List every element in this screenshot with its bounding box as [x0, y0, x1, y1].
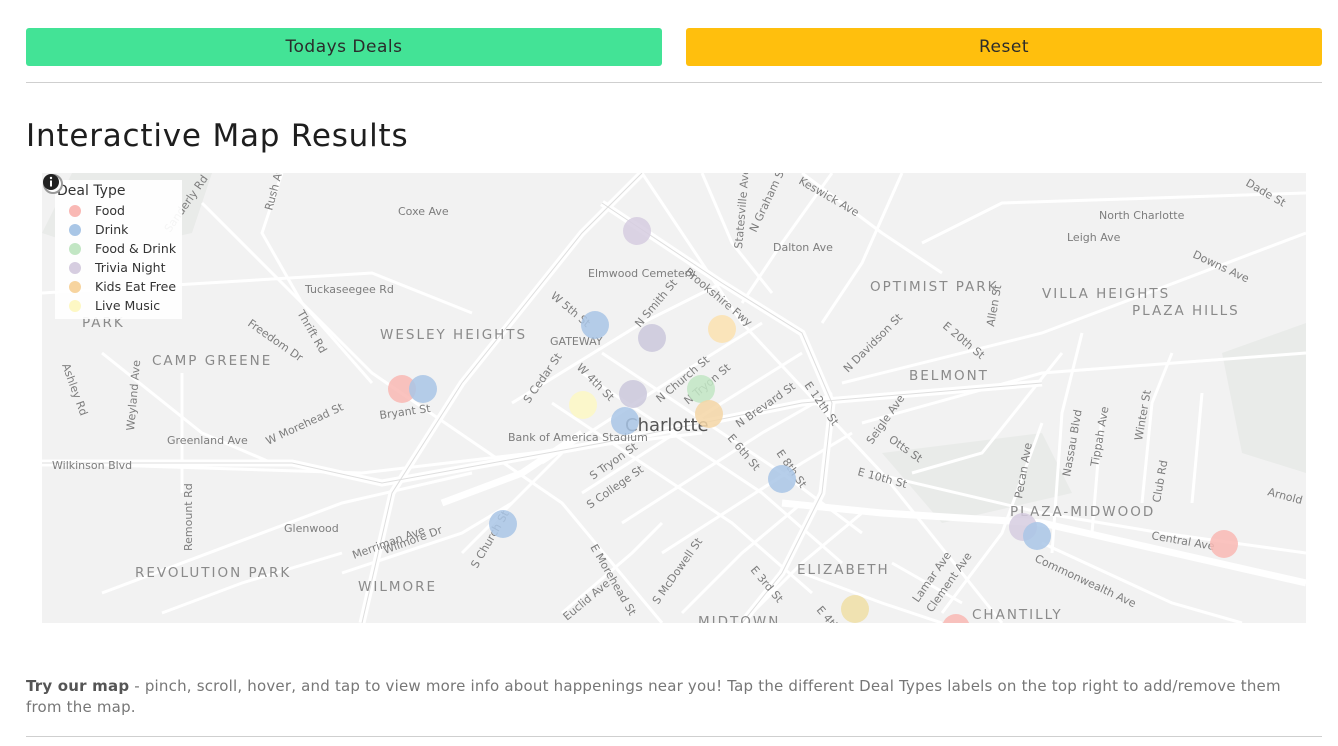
street-label: Greenland Ave: [167, 434, 248, 447]
street-label: Bryant St: [379, 402, 432, 422]
label-belmont: BELMONT: [909, 368, 989, 384]
street-label: Club Rd: [1150, 459, 1170, 503]
map-marker-kids-eat-free[interactable]: [695, 400, 723, 428]
map-marker-trivia-night[interactable]: [638, 324, 666, 352]
divider: [26, 82, 1322, 83]
street-label: Elmwood Cemetery: [588, 267, 696, 280]
map-marker-kids-eat-free[interactable]: [708, 315, 736, 343]
map-canvas[interactable]: WESLEY HEIGHTS CAMP GREENE OPTIMIST PARK…: [42, 173, 1306, 623]
legend-swatch: [69, 204, 81, 217]
street-label: Tuckaseegee Rd: [304, 283, 394, 296]
legend-swatch: [69, 261, 81, 274]
todays-deals-button[interactable]: Todays Deals: [26, 28, 662, 66]
street-label: S Cedar St: [521, 350, 565, 406]
legend-item-food-drink[interactable]: Food & Drink: [57, 239, 182, 258]
reset-button[interactable]: Reset: [686, 28, 1322, 66]
street-label: Tippah Ave: [1088, 405, 1112, 468]
map-marker-drink[interactable]: [409, 375, 437, 403]
street-label: E 4th: [814, 604, 842, 623]
street-label: Wilkinson Blvd: [52, 459, 132, 472]
street-label: Downs Ave: [1191, 248, 1252, 285]
label-revolution-park: REVOLUTION PARK: [135, 565, 291, 581]
street-label: Ashley Rd: [59, 362, 90, 418]
label-optimist-park: OPTIMIST PARK: [870, 279, 998, 295]
street-label: Dalton Ave: [773, 241, 833, 254]
legend-item-drink[interactable]: Drink: [57, 220, 182, 239]
map-marker-drink[interactable]: [581, 311, 609, 339]
label-chantilly: CHANTILLY: [972, 607, 1063, 623]
label-elizabeth: ELIZABETH: [797, 562, 890, 578]
street-label: Remount Rd: [182, 483, 195, 551]
legend-item-food[interactable]: Food: [57, 201, 182, 220]
street-label: Keswick Ave: [797, 174, 862, 219]
legend-item-live-music[interactable]: Live Music: [57, 296, 182, 315]
street-map: WESLEY HEIGHTS CAMP GREENE OPTIMIST PARK…: [42, 173, 1306, 623]
map-instructions: Try our map - pinch, scroll, hover, and …: [26, 677, 1281, 716]
street-label: Weyland Ave: [124, 359, 143, 431]
info-icon[interactable]: [42, 173, 60, 191]
map-marker-food[interactable]: [942, 614, 970, 623]
map-marker-live-music[interactable]: [569, 391, 597, 419]
label-wesley-heights: WESLEY HEIGHTS: [380, 327, 527, 343]
divider: [26, 736, 1322, 737]
map-marker-drink[interactable]: [1023, 522, 1051, 550]
street-label: Coxe Ave: [398, 205, 449, 218]
legend-item-kids-eat-free[interactable]: Kids Eat Free: [57, 277, 182, 296]
street-label: Statesville Ave: [732, 173, 752, 249]
page-title: Interactive Map Results: [26, 118, 409, 154]
map-marker-kids-eat-free[interactable]: [841, 595, 869, 623]
map-marker-food[interactable]: [1210, 530, 1238, 558]
deal-type-legend: Deal Type Food Drink Food & Drink Trivia…: [55, 180, 182, 319]
street-label: Euclid Ave: [561, 577, 613, 623]
street-label: N Smith St: [632, 276, 680, 330]
map-marker-food-drink[interactable]: [687, 375, 715, 403]
street-label: Rush Ave: [262, 173, 288, 212]
label-wilmore: WILMORE: [358, 579, 437, 595]
legend-title: Deal Type: [57, 183, 126, 199]
label-villa-heights: VILLA HEIGHTS: [1042, 286, 1170, 302]
street-label: W Morehead St: [264, 400, 346, 448]
label-plaza-hills: PLAZA HILLS: [1132, 303, 1240, 319]
label-camp-greene: CAMP GREENE: [152, 353, 272, 369]
street-label: North Charlotte: [1099, 209, 1185, 222]
map-marker-trivia-night[interactable]: [619, 380, 647, 408]
label-midtown: MIDTOWN: [698, 614, 780, 623]
street-label: Arnold: [1266, 485, 1304, 507]
map-marker-drink[interactable]: [768, 465, 796, 493]
street-label: Nassau Blvd: [1060, 409, 1085, 478]
street-label: Leigh Ave: [1067, 231, 1121, 244]
legend-swatch: [69, 299, 81, 312]
legend-swatch: [69, 223, 81, 236]
legend-swatch: [69, 242, 81, 255]
street-label: Glenwood: [284, 522, 339, 535]
legend-item-trivia-night[interactable]: Trivia Night: [57, 258, 182, 277]
street-label: N Graham St: [747, 173, 789, 234]
map-marker-trivia-night[interactable]: [623, 217, 651, 245]
legend-swatch: [69, 280, 81, 293]
map-marker-drink[interactable]: [489, 510, 517, 538]
street-label: N Davidson St: [841, 310, 906, 375]
map-marker-drink[interactable]: [611, 407, 639, 435]
